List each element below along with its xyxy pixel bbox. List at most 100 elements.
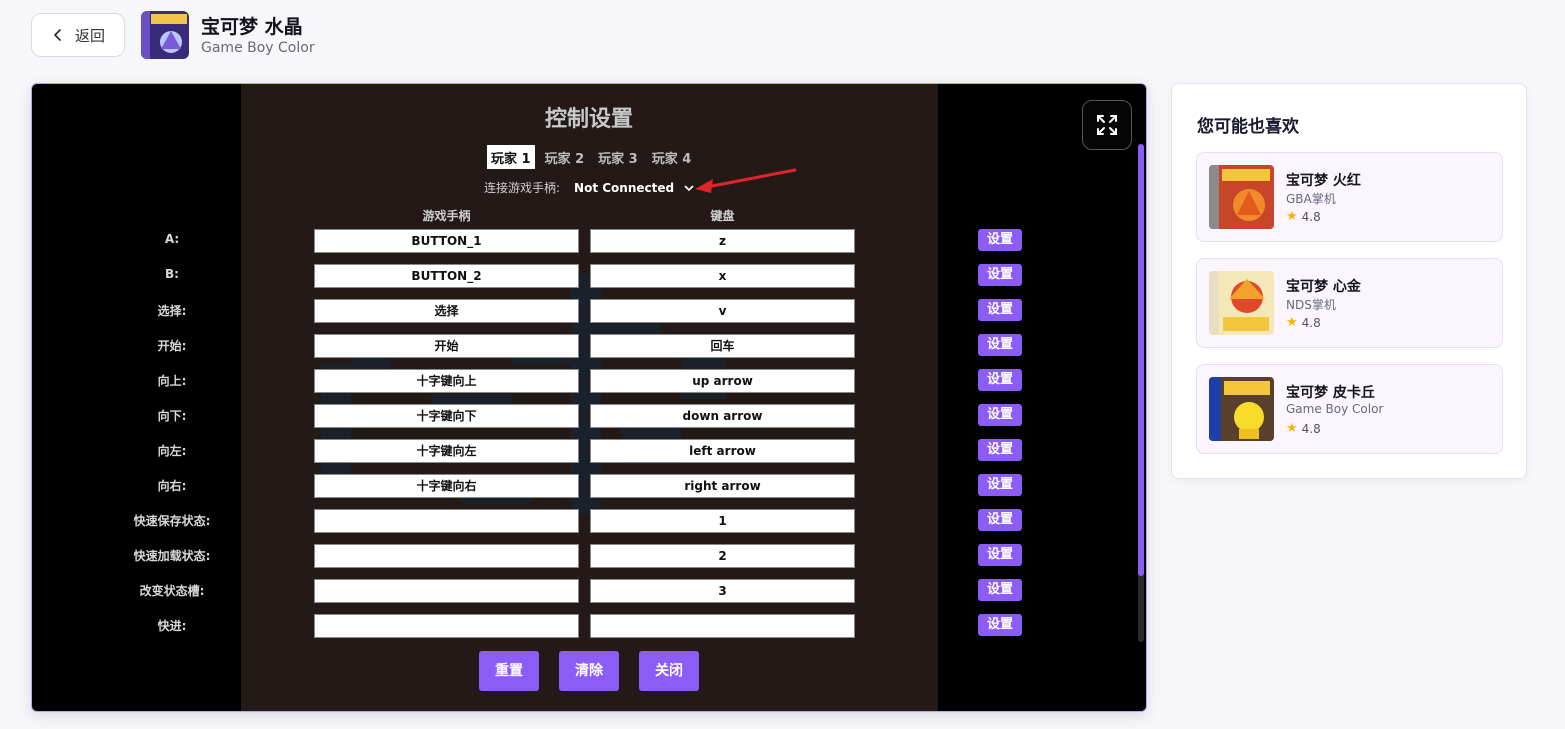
recommendation-rating: ★ 4.8 xyxy=(1286,209,1321,224)
gamepad-mapping-field[interactable]: 十字键向上 xyxy=(314,369,579,393)
recommendation-card[interactable]: 宝可梦 皮卡丘 Game Boy Color ★ 4.8 xyxy=(1196,364,1503,454)
star-icon: ★ xyxy=(1286,315,1298,330)
back-label: 返回 xyxy=(74,26,105,45)
keyboard-mapping-field[interactable]: right arrow xyxy=(590,474,855,498)
column-header-keyboard: 键盘 xyxy=(710,209,735,223)
mapping-row: 向右: 十字键向右 right arrow 设置 xyxy=(32,474,1146,500)
set-mapping-button[interactable]: 设置 xyxy=(978,544,1022,566)
keyboard-mapping-field[interactable]: v xyxy=(590,299,855,323)
gamepad-mapping-field[interactable]: 选择 xyxy=(314,299,579,323)
rating-value: 4.8 xyxy=(1301,315,1321,330)
keyboard-mapping-field[interactable]: left arrow xyxy=(590,439,855,463)
mapping-row: 快速保存状态: 1 设置 xyxy=(32,509,1146,535)
player-tabs: 玩家 1 玩家 2 玩家 3 玩家 4 xyxy=(487,145,695,169)
gamepad-mapping-field[interactable] xyxy=(314,509,579,533)
gamepad-mapping-field[interactable]: 十字键向右 xyxy=(314,474,579,498)
controls-title: 控制设置 xyxy=(544,107,633,132)
back-button[interactable]: 返回 xyxy=(31,13,125,57)
keyboard-mapping-field[interactable] xyxy=(590,614,855,638)
set-mapping-button[interactable]: 设置 xyxy=(978,509,1022,531)
recommendation-platform: GBA掌机 xyxy=(1286,192,1336,206)
gamepad-mapping-field[interactable] xyxy=(314,614,579,638)
gamepad-connection-label: 连接游戏手柄: xyxy=(484,181,561,195)
mapping-label: 快速加载状态: xyxy=(133,549,211,563)
reset-button[interactable]: 重置 xyxy=(479,651,539,691)
mapping-label: 选择: xyxy=(157,304,187,318)
rating-value: 4.8 xyxy=(1301,421,1321,436)
set-mapping-button[interactable]: 设置 xyxy=(978,474,1022,496)
chevron-left-icon xyxy=(54,29,61,41)
rating-value: 4.8 xyxy=(1301,209,1321,224)
tab-player-1[interactable]: 玩家 1 xyxy=(487,145,535,169)
fullscreen-button[interactable] xyxy=(1082,100,1132,150)
set-mapping-button[interactable]: 设置 xyxy=(978,369,1022,391)
gamepad-mapping-field[interactable]: BUTTON_1 xyxy=(314,229,579,253)
game-cover-image xyxy=(141,11,189,59)
bottom-actions: 重置 清除 关闭 xyxy=(479,651,699,691)
gamepad-mapping-field[interactable] xyxy=(314,544,579,568)
keyboard-mapping-field[interactable]: down arrow xyxy=(590,404,855,428)
scrollbar-thumb[interactable] xyxy=(1138,144,1144,576)
mapping-row: 改变状态槽: 3 设置 xyxy=(32,579,1146,605)
keyboard-mapping-field[interactable]: z xyxy=(590,229,855,253)
close-button[interactable]: 关闭 xyxy=(639,651,699,691)
recommendation-rating: ★ 4.8 xyxy=(1286,315,1321,330)
recommendation-platform: NDS掌机 xyxy=(1286,298,1336,312)
set-mapping-button[interactable]: 设置 xyxy=(978,299,1022,321)
tab-player-2[interactable]: 玩家 2 xyxy=(541,145,589,169)
mapping-label: B: xyxy=(165,267,179,281)
mapping-row: 向下: 十字键向下 down arrow 设置 xyxy=(32,404,1146,430)
set-mapping-button[interactable]: 设置 xyxy=(978,579,1022,601)
set-mapping-button[interactable]: 设置 xyxy=(978,334,1022,356)
set-mapping-button[interactable]: 设置 xyxy=(978,614,1022,636)
set-mapping-button[interactable]: 设置 xyxy=(978,439,1022,461)
gamepad-mapping-field[interactable] xyxy=(314,579,579,603)
keyboard-mapping-field[interactable]: 2 xyxy=(590,544,855,568)
recommendation-rating: ★ 4.8 xyxy=(1286,421,1321,436)
recommendation-platform: Game Boy Color xyxy=(1286,402,1384,416)
recommendation-card[interactable]: 宝可梦 火红 GBA掌机 ★ 4.8 xyxy=(1196,152,1503,242)
keyboard-mapping-field[interactable]: up arrow xyxy=(590,369,855,393)
gamepad-select[interactable]: Not Connected xyxy=(574,181,694,195)
mapping-label: 向右: xyxy=(157,479,187,493)
gamepad-mapping-field[interactable]: 开始 xyxy=(314,334,579,358)
mapping-label: 向上: xyxy=(157,374,187,388)
mapping-label: 快进: xyxy=(157,619,187,633)
gamepad-mapping-field[interactable]: 十字键向左 xyxy=(314,439,579,463)
keyboard-mapping-field[interactable]: x xyxy=(590,264,855,288)
recommendation-name: 宝可梦 火红 xyxy=(1286,173,1361,189)
mapping-row: A: BUTTON_1 z 设置 xyxy=(32,229,1146,255)
game-title: 宝可梦 水晶 xyxy=(201,16,303,38)
keyboard-mapping-field[interactable]: 回车 xyxy=(590,334,855,358)
gamepad-mapping-field[interactable]: 十字键向下 xyxy=(314,404,579,428)
mapping-label: 改变状态槽: xyxy=(139,584,205,598)
set-mapping-button[interactable]: 设置 xyxy=(978,229,1022,251)
clear-button[interactable]: 清除 xyxy=(559,651,619,691)
gamepad-select-value: Not Connected xyxy=(574,180,675,195)
mapping-row: B: BUTTON_2 x 设置 xyxy=(32,264,1146,290)
gamepad-connection-row: 连接游戏手柄: Not Connected xyxy=(484,179,694,196)
game-cover-image xyxy=(1209,377,1274,441)
annotation-arrow-icon xyxy=(695,168,797,193)
tab-player-3[interactable]: 玩家 3 xyxy=(594,145,642,169)
gamepad-mapping-field[interactable]: BUTTON_2 xyxy=(314,264,579,288)
fullscreen-icon xyxy=(1097,115,1117,135)
keyboard-mapping-field[interactable]: 1 xyxy=(590,509,855,533)
star-icon: ★ xyxy=(1286,421,1298,436)
mapping-row: 快进: 设置 xyxy=(32,614,1146,640)
column-header-gamepad: 游戏手柄 xyxy=(422,209,471,223)
set-mapping-button[interactable]: 设置 xyxy=(978,264,1022,286)
mapping-row: 快速加载状态: 2 设置 xyxy=(32,544,1146,570)
mapping-row: 选择: 选择 v 设置 xyxy=(32,299,1146,325)
set-mapping-button[interactable]: 设置 xyxy=(978,404,1022,426)
recommendation-name: 宝可梦 皮卡丘 xyxy=(1286,385,1375,401)
mapping-label: 快速保存状态: xyxy=(133,514,211,528)
mapping-row: 向左: 十字键向左 left arrow 设置 xyxy=(32,439,1146,465)
game-cover-image xyxy=(1209,271,1274,335)
recommendation-name: 宝可梦 心金 xyxy=(1286,279,1361,295)
star-icon: ★ xyxy=(1286,209,1298,224)
recommendation-card[interactable]: 宝可梦 心金 NDS掌机 ★ 4.8 xyxy=(1196,258,1503,348)
mapping-row: 开始: 开始 回车 设置 xyxy=(32,334,1146,360)
keyboard-mapping-field[interactable]: 3 xyxy=(590,579,855,603)
game-cover-image xyxy=(1209,165,1274,229)
